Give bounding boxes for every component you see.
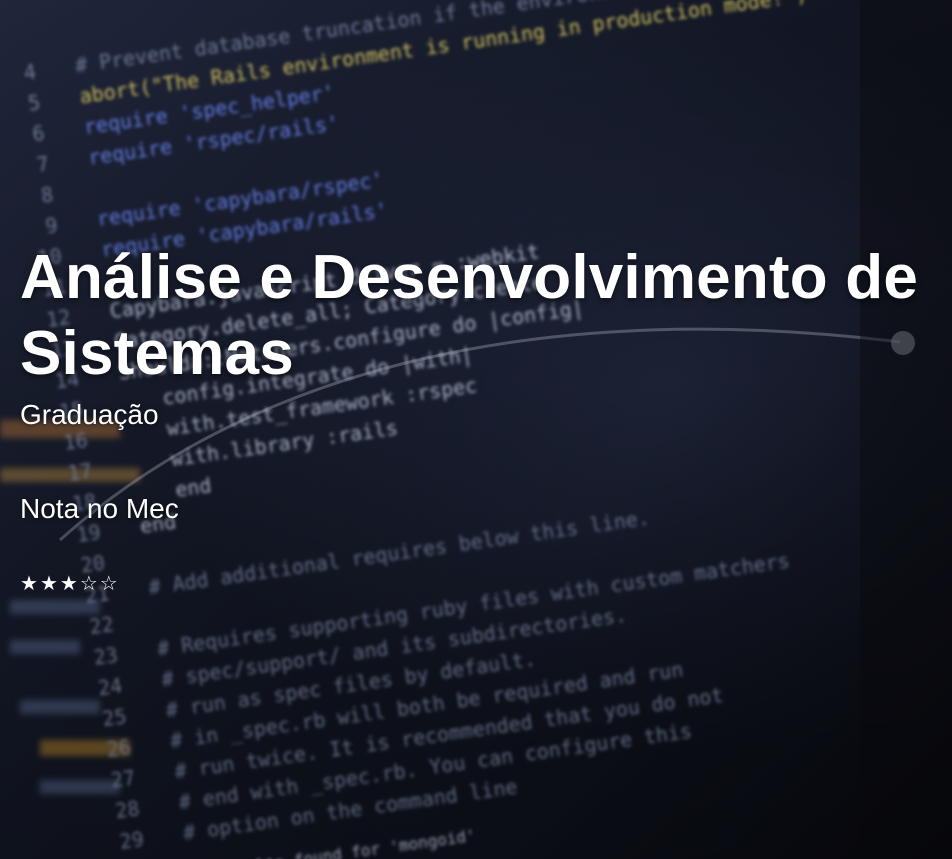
course-hero: 4# Prevent database truncation if the en… (0, 0, 952, 859)
course-title: Análise e Desenvolvimento de Sistemas (20, 243, 919, 388)
mec-rating-label: Nota no Mec (20, 493, 179, 524)
star-filled-icon: ★ (39, 571, 58, 595)
star-filled-icon: ★ (20, 571, 38, 595)
star-filled-icon: ★ (59, 571, 78, 595)
mec-star-rating: ★ ★ ★ ☆ ☆ (20, 572, 920, 594)
star-empty-icon: ☆ (79, 571, 98, 595)
course-level: Graduação (20, 399, 159, 430)
course-info: Análise e Desenvolvimento de Sistemas Gr… (20, 240, 920, 594)
star-empty-icon: ☆ (99, 571, 118, 595)
